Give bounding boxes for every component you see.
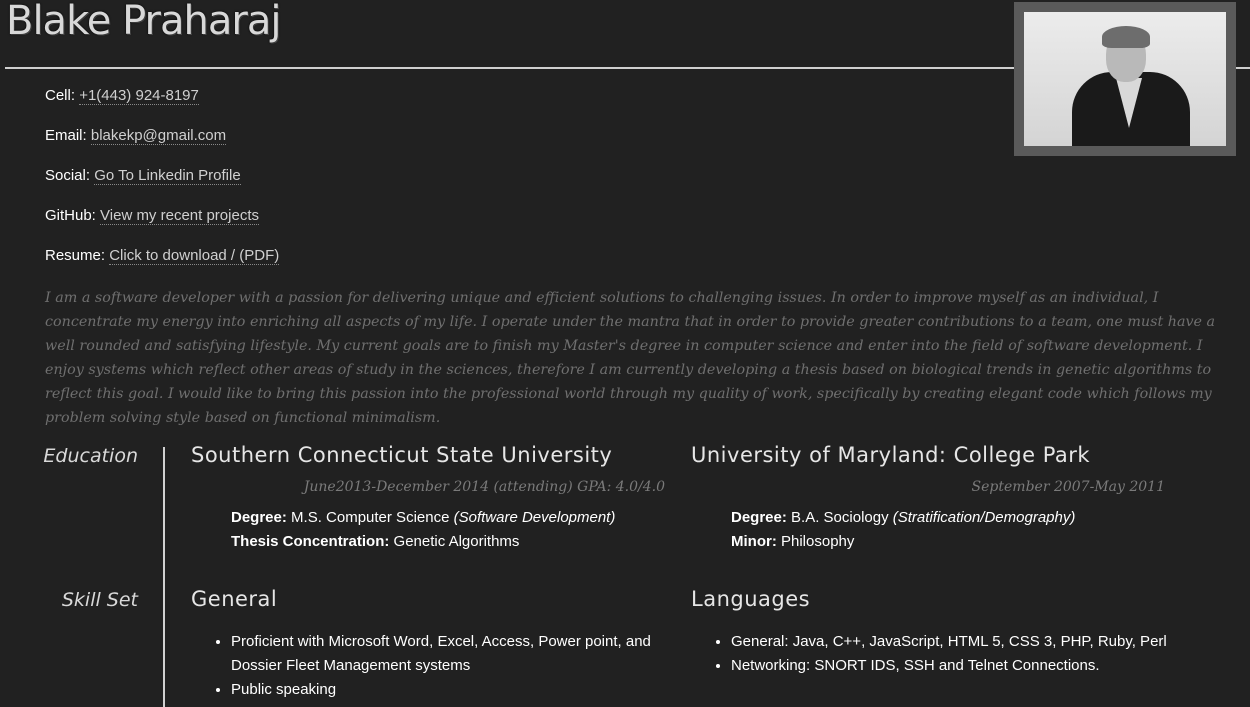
- contact-label: GitHub:: [45, 207, 96, 224]
- degree-note: (Software Development): [453, 509, 616, 526]
- bio-paragraph: I am a software developer with a passion…: [45, 290, 1216, 426]
- thesis-value: Genetic Algorithms: [393, 533, 520, 550]
- degree-label: Degree:: [731, 509, 787, 526]
- minor-label: Minor:: [731, 533, 777, 550]
- list-item: General: Java, C++, JavaScript, HTML 5, …: [731, 630, 1171, 654]
- cell-link[interactable]: +1(443) 924-8197: [79, 87, 199, 105]
- list-item: Networking: SNORT IDS, SSH and Telnet Co…: [731, 654, 1171, 678]
- github-link[interactable]: View my recent projects: [100, 207, 259, 225]
- contact-cell: Cell: +1(443) 924-8197: [45, 87, 279, 127]
- languages-list: General: Java, C++, JavaScript, HTML 5, …: [691, 630, 1171, 678]
- school-name: University of Maryland: College Park: [691, 443, 1091, 467]
- minor-value: Philosophy: [781, 533, 855, 550]
- degree-note: (Stratification/Demography): [892, 509, 1076, 526]
- resume-download-link[interactable]: Click to download / (PDF): [109, 247, 280, 265]
- school-details: Degree: B.A. Sociology (Stratification/D…: [731, 506, 1075, 554]
- contact-label: Cell:: [45, 87, 76, 104]
- school-details: Degree: M.S. Computer Science (Software …: [231, 506, 615, 554]
- contact-github: GitHub: View my recent projects: [45, 207, 279, 247]
- school-name: Southern Connecticut State University: [191, 443, 613, 467]
- profile-photo-frame: [1014, 2, 1236, 156]
- thesis-label: Thesis Concentration:: [231, 533, 390, 550]
- contact-label: Email:: [45, 127, 87, 144]
- contact-email: Email: blakekp@gmail.com: [45, 127, 279, 167]
- list-item: Public speaking: [231, 678, 671, 702]
- general-skills-list: Proficient with Microsoft Word, Excel, A…: [191, 630, 671, 702]
- page-title: Blake Praharaj: [6, 0, 281, 44]
- email-link[interactable]: blakekp@gmail.com: [90, 127, 227, 145]
- contact-label: Resume:: [45, 247, 106, 264]
- contact-social: Social: Go To Linkedin Profile: [45, 167, 279, 207]
- degree-value: M.S. Computer Science: [291, 509, 450, 526]
- skills-section-title: Skill Set: [61, 589, 138, 611]
- school-dates: June2013-December 2014 (attending) GPA: …: [303, 479, 665, 495]
- section-divider: [163, 447, 165, 707]
- contact-list: Cell: +1(443) 924-8197 Email: blakekp@gm…: [45, 87, 280, 287]
- profile-photo: [1024, 12, 1226, 146]
- degree-label: Degree:: [231, 509, 287, 526]
- degree-value: B.A. Sociology: [791, 509, 889, 526]
- contact-label: Social:: [45, 167, 91, 184]
- education-section-title: Education: [43, 445, 138, 467]
- skills-languages-heading: Languages: [691, 587, 811, 611]
- skills-general-heading: General: [191, 587, 278, 611]
- school-dates: September 2007-May 2011: [971, 479, 1165, 495]
- contact-resume: Resume: Click to download / (PDF): [45, 247, 280, 287]
- list-item: Proficient with Microsoft Word, Excel, A…: [231, 630, 671, 678]
- linkedin-link[interactable]: Go To Linkedin Profile: [94, 167, 241, 185]
